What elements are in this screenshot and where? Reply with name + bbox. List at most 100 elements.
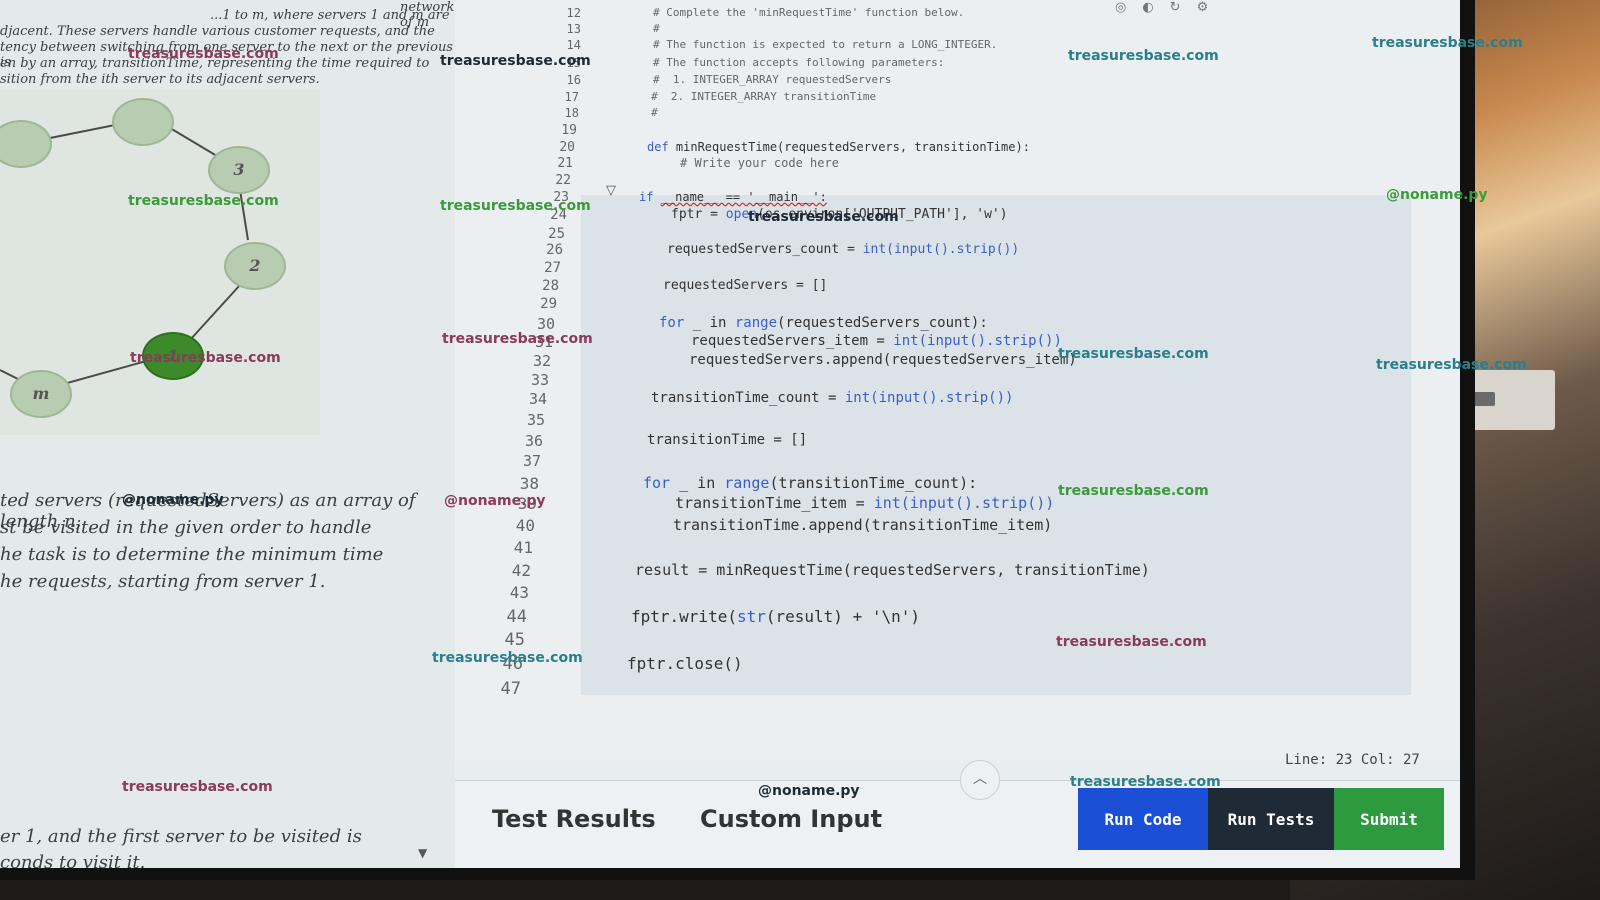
code-line[interactable]: # 1. INTEGER_ARRAY requestedServers xyxy=(653,73,891,86)
code-line[interactable]: if __name__ == '__main__': xyxy=(639,190,827,204)
code-line[interactable]: for _ in range(transitionTime_count): xyxy=(643,474,977,492)
code-token: # 1. INTEGER_ARRAY requestedServers xyxy=(653,73,892,86)
code-line[interactable]: result = minRequestTime(requestedServers… xyxy=(635,561,1150,579)
line-number: 29 xyxy=(540,296,557,312)
watermark: treasuresbase.com xyxy=(122,779,273,795)
submit-button[interactable]: Submit xyxy=(1334,788,1444,850)
run-tests-button[interactable]: Run Tests xyxy=(1208,788,1334,850)
graph-node-2: 2 xyxy=(224,242,286,290)
code-line[interactable]: # xyxy=(653,22,660,35)
code-token: # Complete the 'minRequestTime' function… xyxy=(653,6,965,19)
line-number: 33 xyxy=(530,371,549,389)
graph-node xyxy=(112,98,174,146)
outlet-switch xyxy=(1473,392,1495,406)
code-line[interactable]: def minRequestTime(requestedServers, tra… xyxy=(647,140,1030,154)
line-number: 16 xyxy=(566,73,581,87)
code-token: requestedServers.append(requestedServers… xyxy=(689,352,1077,368)
problem-text-line: he task is to determine the minimum time xyxy=(0,544,384,565)
code-line[interactable]: # The function accepts following paramet… xyxy=(653,56,944,69)
code-line[interactable]: transitionTime = [] xyxy=(647,432,807,448)
code-token: # 2. INTEGER_ARRAY transitionTime xyxy=(651,90,877,103)
code-token: for xyxy=(643,474,671,492)
code-line[interactable]: # The function is expected to return a L… xyxy=(653,38,997,51)
code-line[interactable]: # Complete the 'minRequestTime' function… xyxy=(653,6,964,19)
watermark: treasuresbase.com xyxy=(128,193,279,209)
code-token: fptr.close() xyxy=(627,654,743,673)
line-number: 25 xyxy=(548,226,565,242)
code-token: if xyxy=(639,190,661,204)
code-token: str xyxy=(736,607,766,626)
editor-toolbar-icons[interactable]: ◎◐↻⚙ xyxy=(1115,0,1224,15)
code-line[interactable]: transitionTime_item = int(input().strip(… xyxy=(675,494,1054,512)
watermark: treasuresbase.com xyxy=(1056,634,1207,650)
run-code-button[interactable]: Run Code xyxy=(1078,788,1208,850)
code-token: range xyxy=(734,315,778,331)
line-number: 34 xyxy=(528,390,547,408)
line-number: 35 xyxy=(526,411,545,429)
code-line[interactable]: requestedServers.append(requestedServers… xyxy=(689,352,1077,368)
code-token: __name__ == '__main__': xyxy=(660,190,827,204)
line-number: 14 xyxy=(566,38,581,52)
line-number-gutter: 12 13 14 15 16 17 18 19 20 21 22 23 24 25 26 27 28 29 30 31… xyxy=(455,0,605,760)
watermark: treasuresbase.com xyxy=(432,650,583,666)
code-line[interactable]: # 2. INTEGER_ARRAY transitionTime xyxy=(651,90,876,103)
graph-node-3: 3 xyxy=(208,146,270,194)
chevron-up-icon[interactable]: ︿ xyxy=(960,760,1000,800)
line-number: 32 xyxy=(532,352,551,370)
monitor-bezel: network of m ...1 to m, where servers 1 … xyxy=(0,0,1475,880)
problem-text-line: djacent. These servers handle various cu… xyxy=(0,24,435,39)
fold-arrow-icon[interactable]: ▽ xyxy=(606,183,616,198)
graph-node-m: m xyxy=(10,370,72,418)
watermark: treasuresbase.com xyxy=(442,331,593,347)
code-token: _ in xyxy=(684,315,735,331)
problem-text-line: er 1, and the first server to be visited… xyxy=(0,826,362,847)
code-token: # The function is expected to return a L… xyxy=(653,38,998,51)
line-number: 40 xyxy=(515,516,535,535)
line-number: 37 xyxy=(522,452,541,470)
line-number: 26 xyxy=(546,242,563,258)
code-line[interactable]: transitionTime_count = int(input().strip… xyxy=(651,390,1013,406)
line-number: 45 xyxy=(504,630,525,650)
code-token: _ in xyxy=(670,474,725,492)
code-line[interactable]: requestedServers = [] xyxy=(663,278,827,293)
code-token: requestedServers_count = xyxy=(667,242,863,257)
line-number: 22 xyxy=(555,173,571,188)
code-line[interactable]: fptr.write(str(result) + '\n') xyxy=(631,607,920,626)
code-token: int(input().strip()) xyxy=(844,390,1014,406)
problem-panel: network of m ...1 to m, where servers 1 … xyxy=(0,0,455,868)
code-editor[interactable]: 12 13 14 15 16 17 18 19 20 21 22 23 24 25 26 27 28 29 30 31… xyxy=(455,0,1460,760)
scroll-down-icon[interactable]: ▼ xyxy=(418,846,427,860)
code-line[interactable]: fptr.close() xyxy=(627,654,743,673)
problem-text-line: sition from the ith server to its adjace… xyxy=(0,72,320,87)
code-line[interactable]: # Write your code here xyxy=(680,156,839,170)
tab-test-results[interactable]: Test Results xyxy=(492,805,656,833)
code-token: # The function accepts following paramet… xyxy=(653,56,945,69)
code-token: # xyxy=(653,22,660,35)
code-area[interactable]: # Complete the 'minRequestTime' function… xyxy=(605,0,1460,760)
code-line[interactable]: requestedServers_count = int(input().str… xyxy=(667,242,1019,257)
line-number: 28 xyxy=(542,278,559,294)
tab-custom-input[interactable]: Custom Input xyxy=(700,805,882,833)
problem-text-line: st be visited in the given order to hand… xyxy=(0,517,372,538)
line-number: 42 xyxy=(511,561,531,580)
watermark-handle: @noname.py xyxy=(758,783,860,799)
code-token: int(input().strip()) xyxy=(893,333,1062,349)
code-token: result = minRequestTime(requestedServers… xyxy=(635,561,1150,579)
code-token: transitionTime.append(transitionTime_ite… xyxy=(673,516,1053,534)
watermark: treasuresbase.com xyxy=(1070,774,1221,790)
code-token: minRequestTime(requestedServers, transit… xyxy=(675,140,1030,154)
code-line[interactable]: transitionTime.append(transitionTime_ite… xyxy=(673,516,1052,534)
problem-text-line: ...1 to m, where servers 1 and m are xyxy=(210,8,450,23)
watermark: treasuresbase.com xyxy=(1372,35,1523,51)
line-number: 47 xyxy=(500,679,521,699)
code-token: # xyxy=(651,106,658,119)
code-token: (transitionTime_count): xyxy=(769,474,978,492)
problem-text-line: he requests, starting from server 1. xyxy=(0,571,326,592)
code-line[interactable]: # xyxy=(651,106,658,119)
code-line[interactable]: for _ in range(requestedServers_count): xyxy=(659,315,988,331)
watermark-handle: @noname.py xyxy=(1386,187,1488,203)
watermark: treasuresbase.com xyxy=(1376,357,1527,373)
code-token: requestedServers_item = xyxy=(691,333,894,349)
line-number: 38 xyxy=(519,474,539,493)
code-line[interactable]: requestedServers_item = int(input().stri… xyxy=(691,333,1062,349)
